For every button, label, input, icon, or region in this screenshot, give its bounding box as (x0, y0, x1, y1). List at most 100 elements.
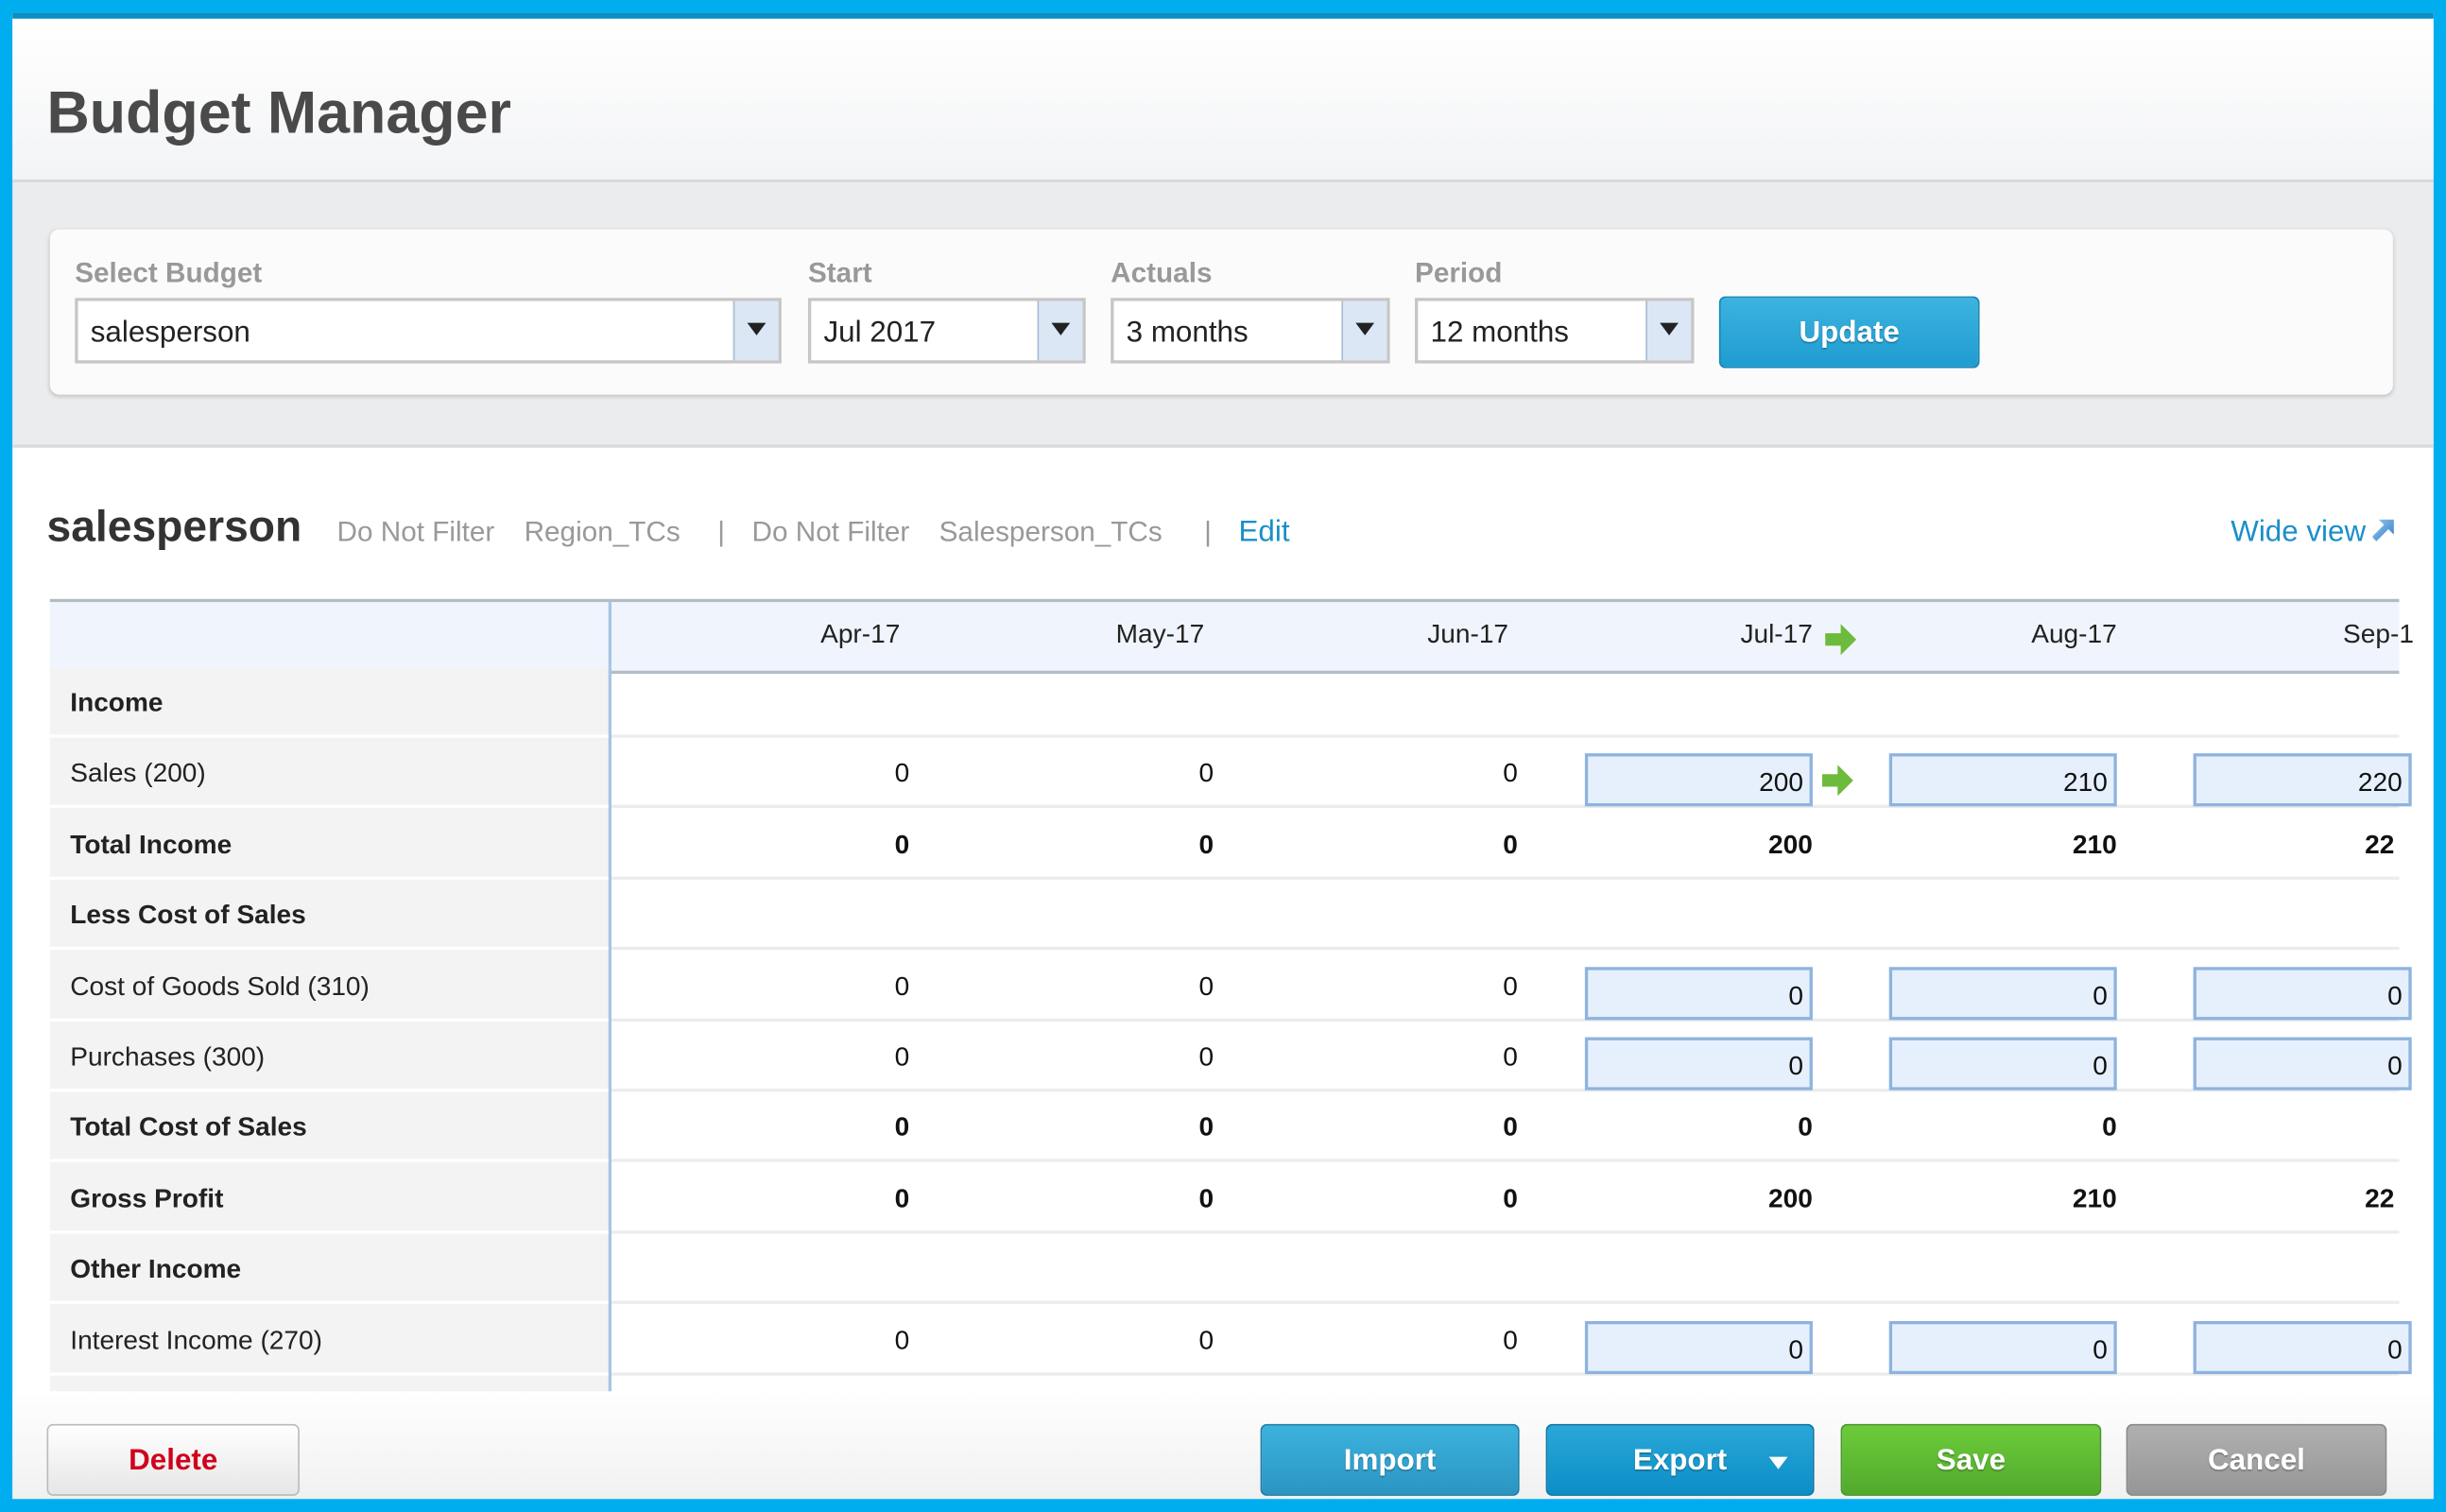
row-divider (611, 1229, 2400, 1234)
row-divider (611, 1018, 2400, 1022)
budget-input[interactable]: 0 (2193, 1320, 2412, 1374)
start-value: Jul 2017 (823, 317, 937, 350)
cell-value: 0 (1198, 1325, 1214, 1355)
chevron-down-icon[interactable] (1341, 301, 1387, 361)
forecast-start-arrow-icon (1825, 624, 1857, 656)
cell-value: 0 (1503, 758, 1518, 789)
budget-input[interactable]: 0 (1888, 966, 2117, 1020)
budget-input[interactable]: 220 (2193, 753, 2412, 807)
cell-value: 200 (1768, 1183, 1813, 1213)
budget-input[interactable]: 0 (1584, 1037, 1813, 1091)
budget-manager-window: Budget Manager Select Budget salesperson… (12, 12, 2434, 1500)
update-button[interactable]: Update (1718, 296, 1980, 369)
row-divider (49, 805, 609, 809)
cell-value: 0 (1503, 1183, 1518, 1213)
table-row: Cost of Goods Sold (310) 0 0 0 0 0 0 (49, 951, 2412, 1022)
cancel-button[interactable]: Cancel (2126, 1423, 2387, 1496)
cell-value: 0 (2102, 1112, 2117, 1143)
table-row: Less Cost of Sales (49, 880, 2400, 951)
actuals-dropdown[interactable]: 3 months (1111, 298, 1390, 364)
expand-arrow-icon (2371, 519, 2394, 541)
budget-input[interactable]: 210 (1888, 753, 2117, 807)
row-divider (49, 1300, 609, 1305)
row-label: Purchases (300) (70, 1041, 266, 1072)
row-divider (49, 1018, 609, 1022)
budget-input[interactable]: 0 (1584, 1320, 1813, 1374)
table-row: Interest Income (270) 0 0 0 0 0 0 (49, 1305, 2412, 1376)
wide-view-link[interactable]: Wide view (2231, 516, 2394, 550)
cell-value: 0 (1798, 1112, 1813, 1143)
row-divider (49, 1159, 609, 1163)
chevron-down-icon[interactable] (732, 301, 779, 361)
cell-value: 0 (1503, 1325, 1518, 1355)
page-title: Budget Manager (46, 80, 511, 147)
month-header: Apr-17 (820, 619, 901, 649)
table-row: Income (49, 667, 2400, 738)
start-dropdown[interactable]: Jul 2017 (807, 298, 1086, 364)
import-button[interactable]: Import (1260, 1423, 1520, 1496)
row-divider (611, 805, 2400, 809)
row-label: Total Cost of Sales (70, 1112, 307, 1143)
cell-value: 0 (1503, 1112, 1518, 1143)
row-divider (611, 1300, 2400, 1305)
period-dropdown[interactable]: 12 months (1415, 298, 1695, 364)
page-header: Budget Manager (12, 18, 2434, 183)
month-header: Jun-17 (1427, 619, 1509, 649)
footer-bar: Delete Import Export Save Cancel (12, 1391, 2434, 1500)
period-label: Period (1415, 257, 1503, 289)
copy-forward-arrow-icon[interactable] (1821, 765, 1853, 797)
select-budget-value: salesperson (90, 317, 250, 350)
cell-value: 0 (1198, 1183, 1214, 1213)
budget-input[interactable]: 0 (1584, 966, 1813, 1020)
row-divider (49, 947, 609, 951)
row-label: Sales (200) (70, 758, 206, 789)
cell-value: 0 (1198, 971, 1214, 1001)
row-label: Cost of Goods Sold (310) (70, 971, 370, 1001)
filter-bar: Select Budget salesperson Start Jul 2017… (12, 182, 2434, 448)
budget-input[interactable]: 0 (2193, 966, 2412, 1020)
cell-value: 0 (894, 1112, 910, 1143)
row-divider (611, 1371, 2400, 1376)
table-row: Other Income (49, 1234, 2400, 1305)
row-divider (611, 1159, 2400, 1163)
budget-input[interactable]: 200 (1584, 753, 1813, 807)
cell-value: 0 (1198, 758, 1214, 789)
export-button[interactable]: Export (1545, 1423, 1815, 1496)
row-label: Income (70, 687, 164, 718)
budget-input[interactable]: 0 (2193, 1037, 2412, 1091)
budget-input[interactable]: 0 (1888, 1037, 2117, 1091)
filter-card: Select Budget salesperson Start Jul 2017… (49, 229, 2393, 395)
table-row: Sales (200) 0 0 0 200 210 220 (49, 738, 2412, 809)
cell-value: 210 (2072, 829, 2117, 860)
row-divider (49, 1089, 609, 1092)
row-divider (611, 1089, 2400, 1092)
table-header: Apr-17 May-17 Jun-17 Jul-17 Aug-17 Sep-1 (49, 598, 2414, 675)
caret-down-icon[interactable] (1768, 1456, 1788, 1479)
select-budget-dropdown[interactable]: salesperson (75, 298, 782, 364)
actuals-label: Actuals (1111, 257, 1213, 289)
save-button[interactable]: Save (1840, 1423, 2102, 1496)
delete-button[interactable]: Delete (46, 1423, 300, 1496)
chevron-down-icon[interactable] (1645, 301, 1692, 361)
cell-value: 0 (1503, 829, 1518, 860)
cell-value: 200 (1768, 829, 1813, 860)
cell-value: 0 (1198, 829, 1214, 860)
row-divider (49, 1371, 609, 1376)
actuals-value: 3 months (1126, 317, 1249, 350)
chevron-down-icon[interactable] (1037, 301, 1083, 361)
select-budget-label: Select Budget (75, 257, 263, 289)
export-label: Export (1632, 1444, 1728, 1478)
edit-link[interactable]: Edit (1238, 516, 1289, 550)
budget-input[interactable]: 0 (1888, 1320, 2117, 1374)
filter-separator: | (1204, 516, 1212, 548)
salesperson-filter-value: Do Not Filter (751, 516, 910, 548)
cell-value: 0 (894, 971, 910, 1001)
period-value: 12 months (1430, 317, 1569, 350)
cell-value: 0 (1503, 1041, 1518, 1072)
row-divider (611, 734, 2400, 738)
header-label-cell (50, 602, 612, 671)
row-divider (49, 1229, 609, 1234)
table-row: Total Cost of Sales 0 0 0 0 0 (49, 1092, 2400, 1163)
row-label: Interest Income (270) (70, 1325, 322, 1355)
row-divider (611, 947, 2400, 951)
